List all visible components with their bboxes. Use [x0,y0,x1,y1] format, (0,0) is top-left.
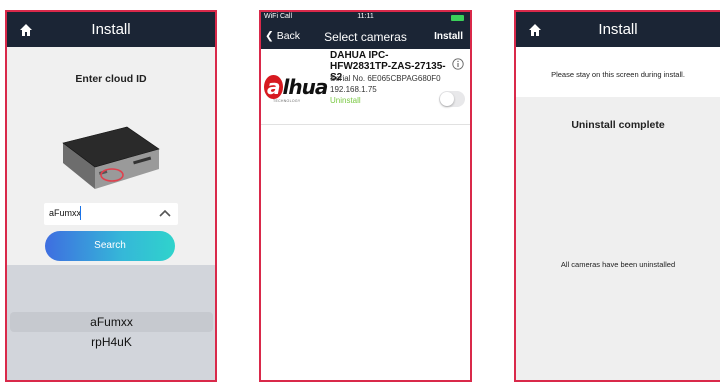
nav-bar: Install [7,12,215,47]
uninstall-complete-heading: Uninstall complete [571,119,665,131]
camera-ip: 192.168.1.75 [330,85,377,94]
toggle-knob [440,92,454,106]
camera-list-item[interactable]: a lhua TECHNOLOGY DAHUA IPC-HFW2831TP-ZAS… [261,49,470,125]
cloud-id-input[interactable]: aFumxx [44,203,178,225]
battery-icon [451,15,464,21]
nav-bar: Install [516,12,720,47]
status-time: 11:11 [357,13,374,20]
camera-toggle[interactable] [439,91,465,107]
nav-title: Install [91,21,131,38]
enter-cloud-id-heading: Enter cloud ID [75,73,147,85]
install-notice: Please stay on this screen during instal… [551,70,685,79]
install-button[interactable]: Install [434,31,463,42]
result-panel: Uninstall complete All cameras have been… [516,97,720,380]
nav-title: Install [598,21,638,38]
cloud-id-value: aFumxx [49,208,82,218]
cloud-id-picker[interactable]: aFumxx rpH4uK [7,265,215,380]
dahua-logo-subtext: TECHNOLOGY [273,99,301,103]
camera-status: Uninstall [330,96,361,105]
status-bar: WiFi Call 11:11 [261,12,470,25]
screen-select-cameras: WiFi Call 11:11 ❮ Back Select cameras In… [259,10,472,382]
info-icon[interactable] [452,58,464,70]
chevron-up-icon[interactable] [159,209,171,217]
all-uninstalled-message: All cameras have been uninstalled [560,260,676,269]
dahua-logo: a lhua [264,75,328,99]
search-button[interactable]: Search [45,231,175,261]
camera-serial: Serial No. 6E065CBPAG680F0 [330,74,441,83]
cloud-id-form: Enter cloud ID aFumxx Search [7,47,215,267]
text-cursor [80,206,81,220]
screen-uninstall-complete: Install Please stay on this screen durin… [514,10,720,382]
screen-enter-cloud-id: Install Enter cloud ID aFumxx Search aFu… [5,10,217,382]
device-image [62,126,160,189]
picker-option-selected[interactable]: aFumxx [10,312,213,332]
nav-bar: ❮ Back Select cameras Install [261,25,470,49]
picker-option[interactable]: rpH4uK [10,332,213,352]
